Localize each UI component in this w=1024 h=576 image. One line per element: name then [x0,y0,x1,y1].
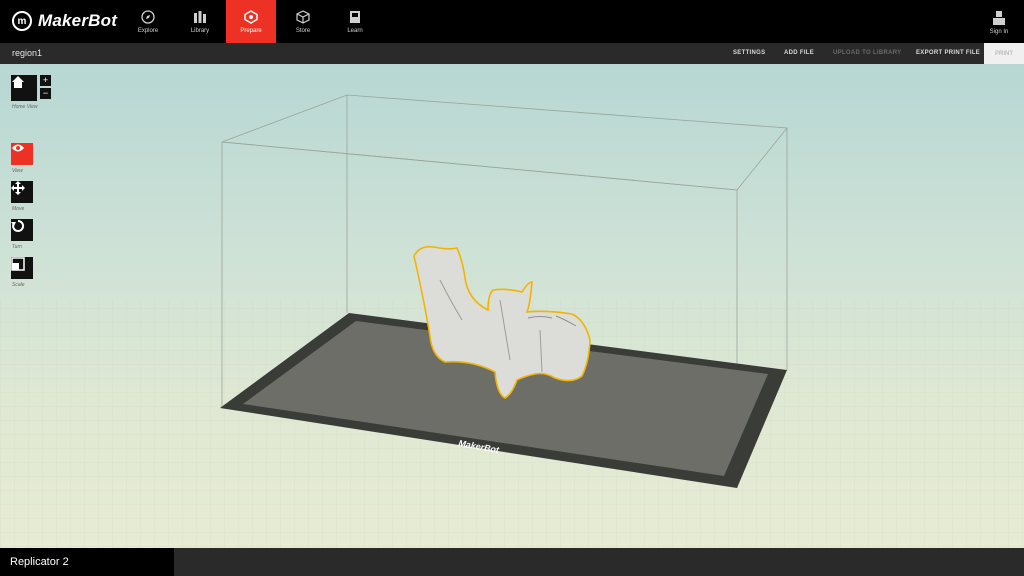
compass-icon [141,9,155,24]
build-scene: MakerBot [0,94,1024,548]
brand-name: MakerBot [38,11,118,30]
nav-explore-label: Explore [137,27,159,34]
cube-icon [296,9,310,24]
export-print-file-button[interactable]: EXPORT PRINT FILE [916,50,980,56]
view-tool-label: View [12,168,23,174]
nav-learn-label: Learn [347,27,363,34]
nav-library[interactable]: Library [175,0,225,43]
build-volume-front [221,141,738,191]
nav-prepare[interactable]: Prepare [226,0,276,43]
view-tool-button[interactable] [11,143,33,165]
zoom-in-button[interactable]: + [40,75,51,86]
project-name: region1 [12,48,43,58]
nav-store[interactable]: Store [278,0,328,43]
scale-icon [11,257,25,271]
status-bar: Replicator 2 [0,548,1024,576]
top-nav-bar: m MakerBot Explore Library Prepare Store… [0,0,1024,43]
prepare-icon [244,9,258,24]
move-arrows-icon [11,181,25,195]
rotate-icon [11,219,25,232]
book-icon [348,10,362,24]
move-tool-label: Move [12,206,25,212]
build-viewport[interactable]: MakerBot + − Home View View Move Turn Sc… [0,64,1024,548]
turn-tool-label: Turn [12,244,22,250]
project-toolbar: region1 SETTINGS ADD FILE UPLOAD TO LIBR… [0,43,1024,64]
scale-tool-label: Scale [12,282,25,288]
upload-to-library-button[interactable]: UPLOAD TO LIBRARY [833,50,901,56]
add-file-button[interactable]: ADD FILE [784,50,814,56]
makerbot-logo[interactable]: m MakerBot [12,10,117,32]
scale-tool-button[interactable] [11,257,33,279]
home-view-label: Home View [12,104,38,110]
home-icon [12,76,24,88]
nav-learn[interactable]: Learn [330,0,380,43]
sign-in-button[interactable]: Sign In [984,4,1014,40]
nav-prepare-label: Prepare [240,27,262,34]
library-icon [193,10,207,24]
settings-button[interactable]: SETTINGS [733,50,765,56]
move-tool-button[interactable] [11,181,33,203]
makerbot-logo-icon: m [12,11,32,31]
eye-icon [12,144,24,152]
home-view-button[interactable] [11,75,37,101]
zoom-out-button[interactable]: − [40,88,51,99]
printer-selector[interactable]: Replicator 2 [0,548,174,576]
nav-library-label: Library [190,27,210,34]
nav-store-label: Store [295,27,311,34]
user-icon [993,10,1005,25]
turn-tool-button[interactable] [11,219,33,241]
nav-explore[interactable]: Explore [123,0,173,43]
print-button[interactable]: PRINT [984,43,1024,64]
sign-in-label: Sign In [989,28,1009,35]
